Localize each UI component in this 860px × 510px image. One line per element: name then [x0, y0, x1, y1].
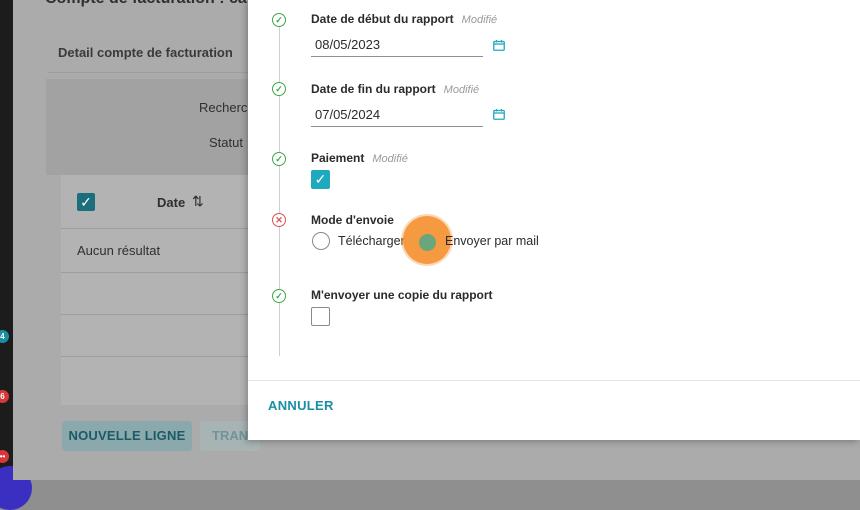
start-date-input[interactable]: 08/05/2023 [311, 34, 483, 57]
left-sidebar-strip: 4 6 •• [0, 0, 32, 510]
payment-checkbox[interactable]: ✓ [311, 170, 330, 189]
check-circle-icon: ✓ [272, 289, 286, 303]
copy-report-label: M'envoyer une copie du rapport [311, 288, 493, 302]
tab-detail-compte[interactable]: Detail compte de facturation [58, 45, 233, 60]
table-header: ✓ Date ⇅ [61, 175, 261, 229]
cancel-button[interactable]: ANNULER [268, 398, 334, 413]
send-mail-radio[interactable] [419, 234, 436, 251]
end-date-value: 07/05/2024 [315, 107, 381, 122]
download-radio[interactable] [312, 232, 330, 250]
table-row-divider [61, 314, 261, 315]
end-date-input[interactable]: 07/05/2024 [311, 104, 483, 127]
results-table: ✓ Date ⇅ Aucun résultat [61, 175, 261, 405]
status-filter-label: Statut [209, 135, 243, 150]
copy-report-checkbox[interactable] [311, 307, 330, 326]
start-date-label: Date de début du rapport Modifié [311, 12, 498, 26]
send-mode-label: Mode d'envoie [311, 213, 394, 227]
page-title: Compte de facturation : carte [45, 0, 267, 8]
notification-badge[interactable]: •• [0, 450, 9, 463]
download-radio-label[interactable]: Télécharger [338, 234, 405, 248]
select-all-checkbox[interactable]: ✓ [77, 193, 95, 211]
notification-badge[interactable]: 4 [0, 330, 9, 343]
table-row-divider [61, 272, 261, 273]
send-mail-radio-label[interactable]: Envoyer par mail [445, 234, 539, 248]
modified-status: Modifié [372, 153, 408, 165]
check-circle-icon: ✓ [272, 152, 286, 166]
report-dialog: ✓ Date de début du rapport Modifié 08/05/… [248, 0, 860, 440]
start-date-value: 08/05/2023 [315, 37, 381, 52]
check-circle-icon: ✓ [272, 13, 286, 27]
payment-label: Paiement Modifié [311, 151, 408, 165]
new-line-button[interactable]: NOUVELLE LIGNE [62, 421, 192, 451]
filter-panel [46, 79, 261, 175]
stepper-line [279, 20, 280, 356]
modified-status: Modifié [461, 14, 498, 26]
calendar-icon[interactable] [493, 40, 505, 51]
error-circle-icon: ✕ [272, 213, 286, 227]
dialog-footer-divider [248, 380, 860, 381]
sort-icon[interactable]: ⇅ [192, 193, 204, 210]
notification-badge[interactable]: 6 [0, 390, 9, 403]
tab-divider [48, 72, 258, 73]
column-header-date[interactable]: Date [157, 195, 185, 210]
empty-results-message: Aucun résultat [77, 243, 161, 258]
end-date-label: Date de fin du rapport Modifié [311, 82, 480, 96]
table-row-divider [61, 356, 261, 357]
modified-status: Modifié [443, 84, 480, 96]
check-circle-icon: ✓ [272, 82, 286, 96]
calendar-icon[interactable] [493, 109, 505, 120]
